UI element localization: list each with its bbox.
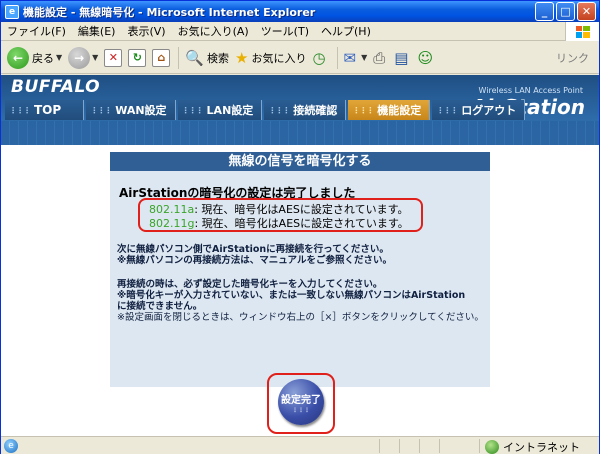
links-label[interactable]: リンク <box>556 50 589 66</box>
stop-icon: ✕ <box>104 48 123 67</box>
print-button[interactable]: ⎙ <box>373 49 388 67</box>
main-nav: ⋮⋮⋮ TOP ⋮⋮⋮ WAN設定 ⋮⋮⋮ LAN設定 ⋮⋮⋮ 接続確認 ⋮⋮⋮ <box>5 100 527 120</box>
back-dropdown-icon[interactable]: ▼ <box>56 53 62 62</box>
mail-icon: ✉ <box>343 48 357 67</box>
toolbar-separator <box>178 46 180 69</box>
grid-icon: ⋮⋮⋮ <box>90 105 112 115</box>
panel-title: 無線の信号を暗号化する <box>110 152 490 171</box>
search-button[interactable]: 🔍 検索 <box>185 49 229 67</box>
intranet-icon <box>485 440 499 454</box>
buffalo-logo: BUFFALO <box>11 77 101 97</box>
forward-button[interactable]: → ▼ <box>68 46 98 69</box>
favorites-button[interactable]: ★ お気に入り <box>235 49 306 67</box>
browser-window: e 機能設定 - 無線暗号化 - Microsoft Internet Expl… <box>0 0 600 454</box>
note-line: に接続できません。 <box>117 301 203 312</box>
grid-icon: ⋮⋮⋮ <box>352 105 374 115</box>
messenger-button[interactable]: ☺ <box>417 49 436 67</box>
band-label: 802.11a <box>149 203 195 216</box>
nav-wan-settings[interactable]: ⋮⋮⋮ WAN設定 <box>86 100 176 120</box>
nav-top[interactable]: ⋮⋮⋮ TOP <box>5 100 85 120</box>
edit-page-icon: ▤ <box>394 48 409 67</box>
toolbar-separator <box>336 46 338 69</box>
result-text: : 現在、暗号化はAESに設定されています。 <box>194 217 409 230</box>
ie-page-icon: e <box>5 4 19 19</box>
note-line: ※設定画面を閉じるときは、ウィンドウ右上の［×］ボタンをクリックしてください。 <box>117 312 484 323</box>
close-button[interactable]: ✕ <box>577 2 596 21</box>
maximize-button[interactable]: □ <box>556 2 575 21</box>
nav-logout[interactable]: ⋮⋮⋮ ログアウト <box>432 100 526 120</box>
encryption-panel: 無線の信号を暗号化する AirStationの暗号化の設定は完了しました 802… <box>110 152 490 387</box>
forward-dropdown-icon[interactable]: ▼ <box>92 53 98 62</box>
history-icon: ◷ <box>312 48 326 67</box>
windows-logo-icon <box>565 22 599 41</box>
nav-lan-settings[interactable]: ⋮⋮⋮ LAN設定 <box>177 100 263 120</box>
mail-button[interactable]: ✉ ▼ <box>344 49 368 67</box>
note-line: 再接続の時は、必ず設定した暗号化キーを入力してください。 <box>117 279 383 290</box>
status-divider <box>399 439 400 453</box>
home-icon: ⌂ <box>152 48 171 67</box>
note-line: ※無線パソコンの再接続方法は、マニュアルをご参照ください。 <box>117 255 392 266</box>
menu-file[interactable]: ファイル(F) <box>7 23 66 39</box>
stop-button[interactable]: ✕ <box>104 48 123 67</box>
grid-icon: ⋮⋮⋮ <box>436 105 458 115</box>
result-line-11g: 802.11g: 現在、暗号化はAESに設定されています。 <box>149 217 421 231</box>
product-subtitle: Wireless LAN Access Point <box>478 86 583 95</box>
status-divider <box>379 439 380 453</box>
encryption-result-box: 802.11a: 現在、暗号化はAESに設定されています。 802.11g: 現… <box>138 198 423 232</box>
refresh-button[interactable]: ↻ <box>128 48 147 67</box>
key-note: 再接続の時は、必ず設定した暗号化キーを入力してください。 ※暗号化キーが入力され… <box>117 279 487 323</box>
nav-connection-check[interactable]: ⋮⋮⋮ 接続確認 <box>264 100 347 120</box>
header-decoration <box>1 121 599 145</box>
toolbar: ← 戻る ▼ → ▼ ✕ ↻ ⌂ 🔍 検索 ★ お気に入り ◷ ✉ ▼ ⎙ ▤ … <box>1 42 599 74</box>
history-button[interactable]: ◷ <box>312 49 328 67</box>
security-zone: イントラネット <box>485 439 580 454</box>
menu-bar: ファイル(F) 編集(E) 表示(V) お気に入り(A) ツール(T) ヘルプ(… <box>1 22 599 41</box>
finish-setup-button[interactable]: 設定完了 ⋮⋮⋮ <box>278 379 324 425</box>
menu-edit[interactable]: 編集(E) <box>78 23 116 39</box>
status-bar: e イントラネット <box>1 436 599 454</box>
menu-help[interactable]: ヘルプ(H) <box>321 23 371 39</box>
nav-feature-settings[interactable]: ⋮⋮⋮ 機能設定 <box>348 100 431 120</box>
reconnect-note: 次に無線パソコン側でAirStationに再接続を行ってください。 ※無線パソコ… <box>117 244 487 266</box>
favorites-label: お気に入り <box>251 51 307 65</box>
minimize-button[interactable]: _ <box>535 2 554 21</box>
home-button[interactable]: ⌂ <box>152 48 171 67</box>
page-status-icon: e <box>4 438 18 453</box>
search-icon: 🔍 <box>185 48 204 67</box>
grid-icon: ⋮⋮⋮ <box>292 406 310 414</box>
status-divider <box>479 439 480 453</box>
grid-icon: ⋮⋮⋮ <box>181 105 204 115</box>
mail-dropdown-icon[interactable]: ▼ <box>361 53 367 62</box>
result-line-11a: 802.11a: 現在、暗号化はAESに設定されています。 <box>149 203 421 217</box>
print-icon: ⎙ <box>373 48 386 67</box>
status-divider <box>439 439 440 453</box>
grid-icon: ⋮⋮⋮ <box>9 105 31 115</box>
menu-favorites[interactable]: お気に入り(A) <box>178 23 249 39</box>
finish-label: 設定完了 <box>281 394 321 406</box>
status-divider <box>419 439 420 453</box>
back-button[interactable]: ← 戻る ▼ <box>7 46 62 69</box>
result-text: : 現在、暗号化はAESに設定されています。 <box>194 203 409 216</box>
menu-view[interactable]: 表示(V) <box>127 23 165 39</box>
title-bar: e 機能設定 - 無線暗号化 - Microsoft Internet Expl… <box>1 1 599 22</box>
back-label: 戻る <box>32 51 54 65</box>
window-title: 機能設定 - 無線暗号化 - Microsoft Internet Explor… <box>23 5 316 19</box>
zone-label: イントラネット <box>503 441 580 454</box>
finish-highlight: 設定完了 ⋮⋮⋮ <box>267 373 335 434</box>
grid-icon: ⋮⋮⋮ <box>268 105 290 115</box>
router-header: BUFFALO Wireless LAN Access Point AirSta… <box>1 75 599 145</box>
band-label: 802.11g <box>149 217 195 230</box>
note-line: 次に無線パソコン側でAirStationに再接続を行ってください。 <box>117 244 389 255</box>
note-line: ※暗号化キーが入力されていない、または一致しない無線パソコンはAirStatio… <box>117 290 466 301</box>
forward-arrow-icon: → <box>68 46 91 69</box>
back-arrow-icon: ← <box>7 46 29 69</box>
menu-tools[interactable]: ツール(T) <box>261 23 309 39</box>
search-label: 検索 <box>207 51 229 65</box>
edit-button[interactable]: ▤ <box>394 49 411 67</box>
messenger-icon: ☺ <box>417 48 434 67</box>
star-icon: ★ <box>235 48 249 67</box>
refresh-icon: ↻ <box>128 48 147 67</box>
page-content: BUFFALO Wireless LAN Access Point AirSta… <box>1 75 599 436</box>
